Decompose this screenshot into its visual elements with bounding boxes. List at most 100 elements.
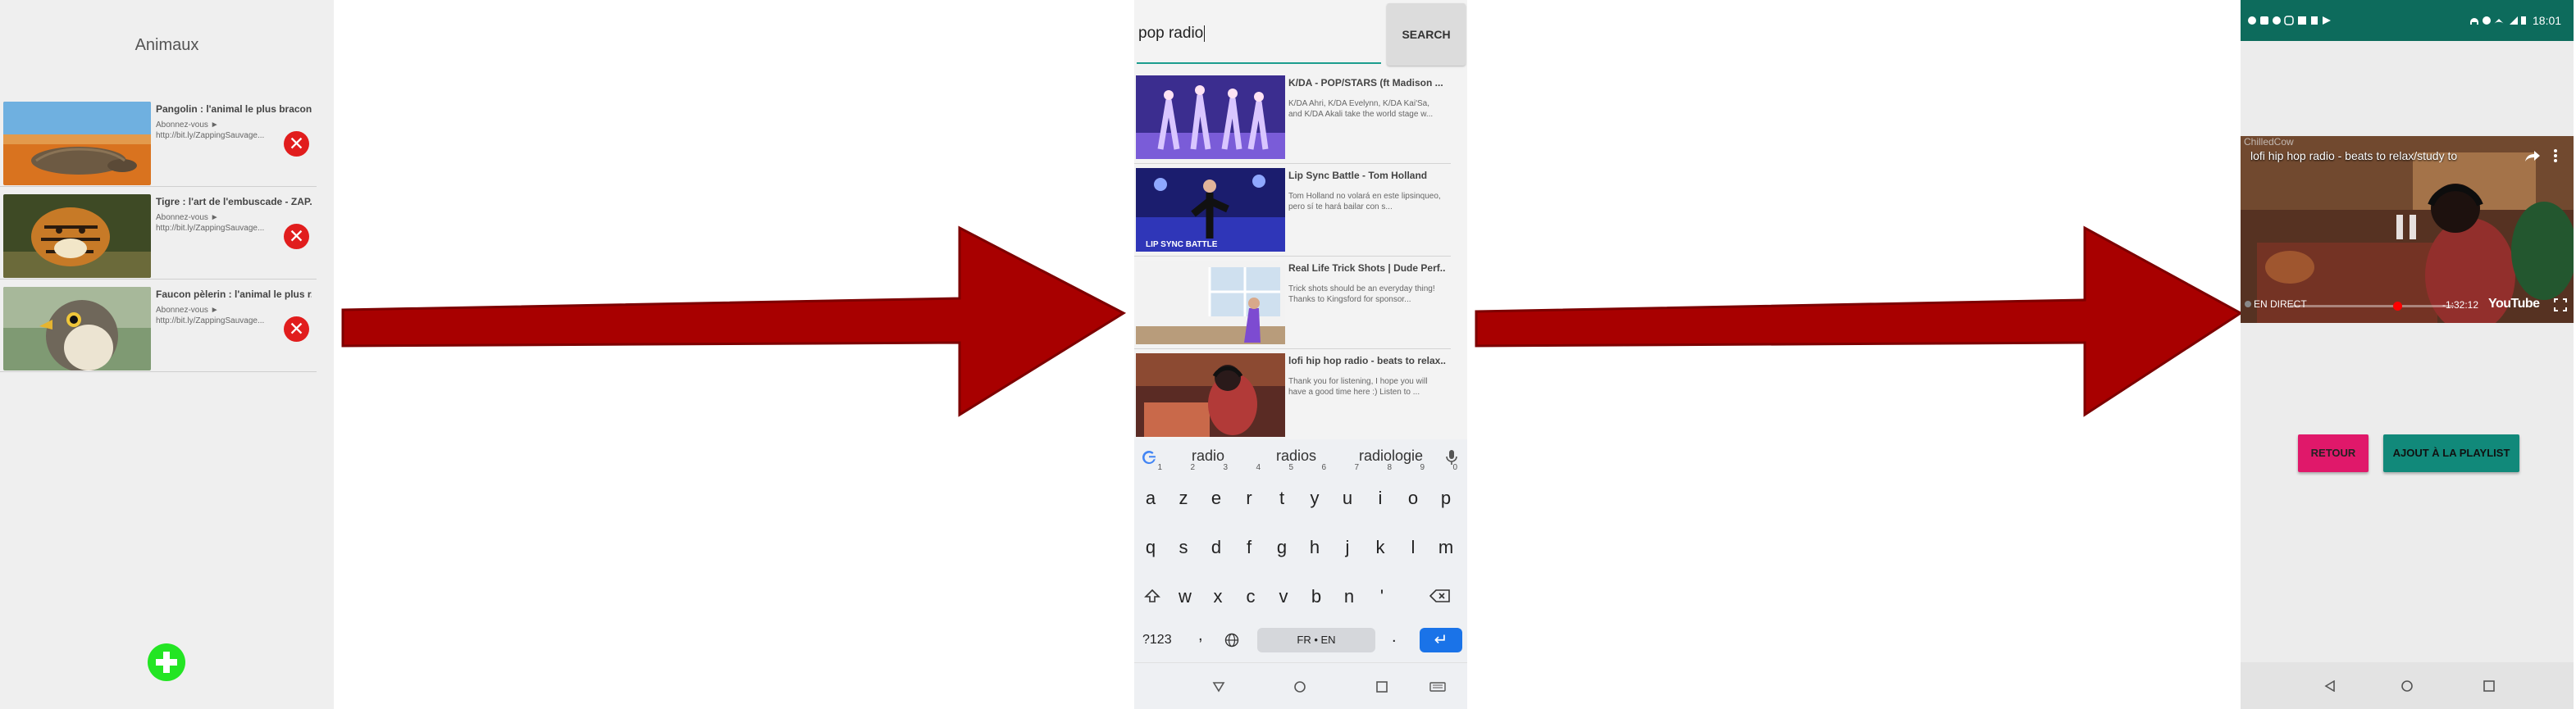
- delete-icon[interactable]: ✕: [284, 131, 309, 157]
- progress-knob[interactable]: [2393, 302, 2402, 311]
- system-icons: [2470, 16, 2526, 25]
- enter-key[interactable]: ↵: [1420, 628, 1462, 652]
- key[interactable]: v: [1267, 575, 1300, 618]
- keyboard-icon[interactable]: [1429, 682, 1446, 692]
- key[interactable]: d: [1200, 526, 1233, 569]
- more-options-icon[interactable]: [2552, 148, 2559, 163]
- video-frame: [2241, 136, 2574, 323]
- search-result[interactable]: K/DA - POP/STARS (ft Madison ... K/DA Ah…: [1134, 72, 1451, 164]
- video-thumbnail: [3, 287, 151, 370]
- key[interactable]: l: [1397, 526, 1429, 569]
- video-player[interactable]: ChilledCow lofi hip hop radio - beats to…: [2241, 136, 2574, 323]
- key[interactable]: 4r: [1233, 464, 1265, 520]
- key[interactable]: c: [1234, 575, 1267, 618]
- key[interactable]: w: [1169, 575, 1201, 618]
- suggestion[interactable]: radios: [1276, 448, 1316, 465]
- navigation-bar: [2241, 662, 2574, 709]
- key[interactable]: 0p: [1429, 464, 1462, 520]
- video-title: Tigre : l'art de l'embuscade - ZAP...: [156, 196, 312, 207]
- recents-nav-icon[interactable]: [1376, 681, 1388, 693]
- home-nav-icon[interactable]: [2400, 679, 2414, 693]
- search-result[interactable]: lofi hip hop radio - beats to relax... T…: [1134, 350, 1451, 442]
- search-result[interactable]: LIP SYNC BATTLE Lip Sync Battle - Tom Ho…: [1134, 165, 1451, 257]
- video-thumbnail: [1136, 75, 1285, 159]
- add-button[interactable]: [148, 643, 185, 681]
- result-title: Real Life Trick Shots | Dude Perf...: [1288, 262, 1446, 274]
- numbers-key[interactable]: ?123: [1142, 633, 1172, 648]
- player-screen: 18:01 ChilledCow lofi hip hop radio - be…: [2241, 0, 2574, 709]
- playlist-item[interactable]: Pangolin : l'animal le plus bracon... Ab…: [0, 95, 317, 187]
- recents-nav-icon[interactable]: [2483, 680, 2495, 692]
- video-thumbnail: [1136, 353, 1285, 437]
- key[interactable]: 9o: [1397, 464, 1429, 520]
- key[interactable]: q: [1134, 526, 1167, 569]
- shift-icon[interactable]: [1144, 589, 1160, 603]
- video-description: Abonnez-vous ► http://bit.ly/ZappingSauv…: [156, 120, 265, 140]
- flow-arrow: [341, 225, 1127, 417]
- key[interactable]: b: [1300, 575, 1333, 618]
- back-nav-icon[interactable]: [2324, 680, 2336, 692]
- key[interactable]: 7u: [1331, 464, 1364, 520]
- delete-icon[interactable]: ✕: [284, 316, 309, 342]
- result-title: lofi hip hop radio - beats to relax...: [1288, 355, 1446, 366]
- page-title: Animaux: [134, 36, 199, 54]
- key[interactable]: 2z: [1167, 464, 1200, 520]
- key[interactable]: s: [1167, 526, 1200, 569]
- key[interactable]: h: [1298, 526, 1331, 569]
- key[interactable]: 6y: [1298, 464, 1331, 520]
- search-button[interactable]: SEARCH: [1387, 3, 1466, 66]
- key[interactable]: n: [1333, 575, 1366, 618]
- fullscreen-icon[interactable]: [2554, 298, 2567, 311]
- key[interactable]: 3e: [1200, 464, 1233, 520]
- clock: 18:01: [2533, 14, 2562, 27]
- key[interactable]: k: [1364, 526, 1397, 569]
- key[interactable]: j: [1331, 526, 1364, 569]
- key[interactable]: 1a: [1134, 464, 1167, 520]
- result-description: Trick shots should be an everyday thing!…: [1288, 284, 1435, 304]
- comma-key[interactable]: ,: [1198, 626, 1203, 645]
- live-dot-icon: [2245, 301, 2251, 307]
- video-description: Abonnez-vous ► http://bit.ly/ZappingSauv…: [156, 213, 265, 233]
- video-thumbnail: [1136, 261, 1285, 344]
- space-key[interactable]: FR • EN: [1257, 628, 1375, 652]
- navigation-bar: [1134, 662, 1467, 709]
- home-nav-icon[interactable]: [1293, 680, 1306, 693]
- key[interactable]: g: [1265, 526, 1298, 569]
- backspace-icon[interactable]: [1429, 589, 1451, 603]
- key[interactable]: ': [1366, 575, 1398, 618]
- result-description: Tom Holland no volará en este lipsinqueo…: [1288, 192, 1441, 211]
- key[interactable]: m: [1429, 526, 1462, 569]
- globe-icon[interactable]: [1224, 633, 1239, 648]
- channel-name: ChilledCow: [2244, 136, 2294, 148]
- playlist-item[interactable]: Tigre : l'art de l'embuscade - ZAP... Ab…: [0, 188, 317, 280]
- share-icon[interactable]: [2524, 149, 2541, 162]
- suggestion[interactable]: radiologie: [1359, 448, 1423, 465]
- search-screen: pop radio SEARCH K/DA - POP/STARS (ft Ma…: [1134, 0, 1467, 709]
- progress-bar[interactable]: [2290, 305, 2454, 307]
- delete-icon[interactable]: ✕: [284, 224, 309, 249]
- key[interactable]: f: [1233, 526, 1265, 569]
- back-nav-icon[interactable]: [1212, 681, 1225, 693]
- result-description: Thank you for listening, I hope you will…: [1288, 377, 1428, 397]
- search-input-text: pop radio: [1138, 25, 1204, 42]
- thumbnail-label: LIP SYNC BATTLE: [1146, 240, 1218, 249]
- playlist-item[interactable]: Faucon pèlerin : l'animal le plus r... A…: [0, 280, 317, 372]
- google-icon[interactable]: [1141, 449, 1157, 466]
- video-thumbnail: LIP SYNC BATTLE: [1136, 168, 1285, 252]
- add-to-playlist-button[interactable]: AJOUT À LA PLAYLIST: [2383, 434, 2519, 472]
- key[interactable]: 5t: [1265, 464, 1298, 520]
- search-input[interactable]: pop radio: [1137, 10, 1381, 64]
- search-result[interactable]: Real Life Trick Shots | Dude Perf... Tri…: [1134, 257, 1451, 349]
- video-description: Abonnez-vous ► http://bit.ly/ZappingSauv…: [156, 306, 265, 325]
- key[interactable]: 8i: [1364, 464, 1397, 520]
- youtube-logo[interactable]: YouTube: [2488, 297, 2540, 311]
- back-button[interactable]: RETOUR: [2298, 434, 2369, 472]
- time-remaining: -1:32:12: [2442, 299, 2479, 311]
- video-title: lofi hip hop radio - beats to relax/stud…: [2250, 149, 2458, 162]
- suggestion[interactable]: radio: [1192, 448, 1224, 465]
- status-bar: 18:01: [2241, 0, 2574, 41]
- result-title: K/DA - POP/STARS (ft Madison ...: [1288, 77, 1443, 89]
- key[interactable]: x: [1201, 575, 1234, 618]
- period-key[interactable]: .: [1392, 628, 1397, 647]
- flow-arrow: [1475, 225, 2243, 417]
